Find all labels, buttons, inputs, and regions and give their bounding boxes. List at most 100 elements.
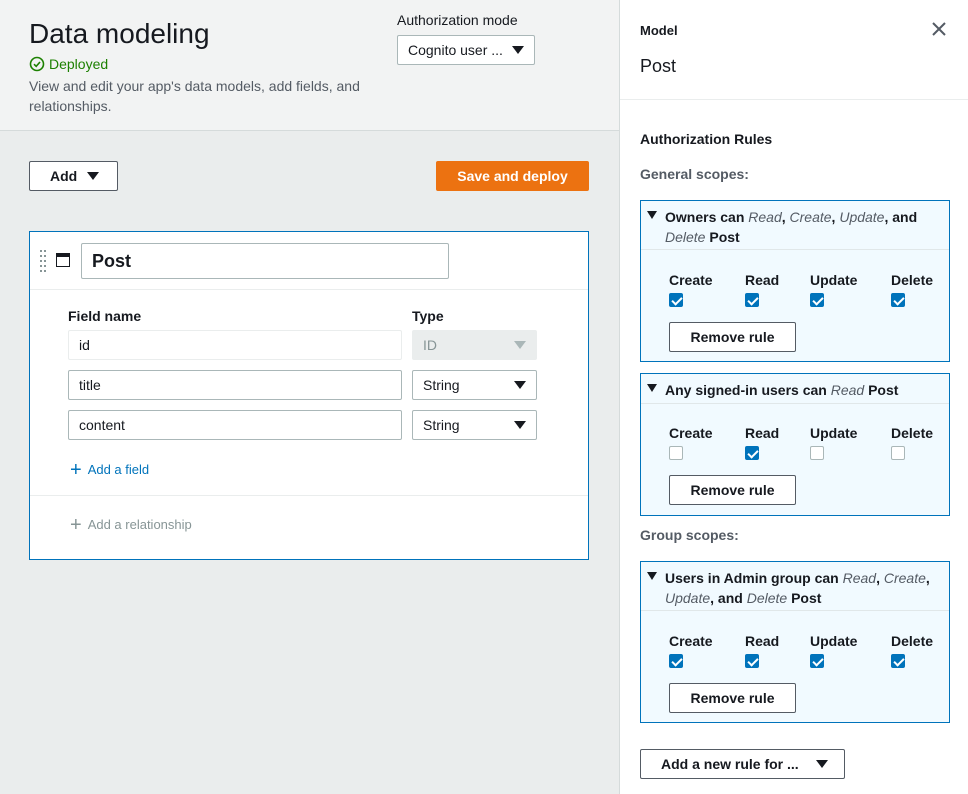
divider bbox=[30, 289, 588, 290]
auth-mode-select[interactable]: Cognito user ... bbox=[397, 35, 535, 65]
window-icon[interactable] bbox=[56, 253, 70, 267]
field-name-input[interactable]: id bbox=[68, 330, 402, 360]
status-text: Deployed bbox=[49, 56, 109, 72]
drag-handle-icon[interactable] bbox=[40, 250, 48, 272]
plus-icon: + bbox=[70, 458, 82, 481]
rule-perm: Delete bbox=[746, 590, 788, 606]
rule-text: Owners can bbox=[665, 209, 749, 225]
perm-update-label: Update bbox=[810, 425, 858, 441]
caret-down-icon bbox=[514, 421, 526, 429]
caret-down-icon bbox=[512, 46, 524, 54]
check-circle-icon bbox=[29, 56, 45, 72]
perm-delete-checkbox[interactable] bbox=[891, 446, 905, 460]
perm-create-checkbox[interactable] bbox=[669, 654, 683, 668]
add-button-label: Add bbox=[50, 168, 78, 184]
field-name-header: Field name bbox=[68, 308, 142, 324]
rule-perm: Create bbox=[789, 209, 832, 225]
model-name-input[interactable]: Post bbox=[81, 243, 449, 279]
remove-rule-button[interactable]: Remove rule bbox=[669, 322, 796, 352]
rule-text: Users in Admin group can bbox=[665, 570, 843, 586]
group-scopes-heading: Group scopes: bbox=[640, 527, 739, 543]
rule-text: Post bbox=[787, 590, 822, 606]
rule-owners: Owners can Read, Create, Update, and Dele… bbox=[640, 200, 950, 362]
remove-rule-button[interactable]: Remove rule bbox=[669, 475, 796, 505]
field-type-select[interactable]: String bbox=[412, 370, 537, 400]
perm-read-label: Read bbox=[745, 425, 780, 441]
perm-delete-checkbox[interactable] bbox=[891, 293, 905, 307]
perm-delete-checkbox[interactable] bbox=[891, 654, 905, 668]
add-new-rule-label: Add a new rule for ... bbox=[661, 756, 799, 772]
auth-mode-label: Authorization mode bbox=[397, 12, 518, 28]
perm-update-label: Update bbox=[810, 633, 858, 649]
perm-create-checkbox[interactable] bbox=[669, 446, 683, 460]
save-and-deploy-button[interactable]: Save and deploy bbox=[436, 161, 589, 191]
add-field-label: Add a field bbox=[87, 462, 150, 477]
field-type-value: String bbox=[423, 377, 460, 393]
rule-signed-in: Any signed-in users can Read Post Create… bbox=[640, 373, 950, 516]
close-icon[interactable] bbox=[931, 21, 947, 37]
rule-perm: Read bbox=[748, 209, 782, 225]
add-button[interactable]: Add bbox=[29, 161, 118, 191]
rule-header[interactable]: Any signed-in users can Read Post bbox=[641, 374, 949, 400]
rule-perm: Read bbox=[830, 382, 865, 398]
remove-rule-button[interactable]: Remove rule bbox=[669, 683, 796, 713]
add-field-link[interactable]: + Add a field bbox=[70, 458, 150, 481]
add-relationship-label: Add a relationship bbox=[87, 517, 192, 532]
rule-sep: , and bbox=[884, 209, 918, 225]
rule-perm: Create bbox=[883, 570, 926, 586]
rule-sep: , and bbox=[710, 590, 747, 606]
rule-admin-group: Users in Admin group can Read, Create, Up… bbox=[640, 561, 950, 723]
add-relationship-link[interactable]: + Add a relationship bbox=[70, 513, 192, 536]
divider bbox=[30, 495, 588, 496]
authorization-rules-heading: Authorization Rules bbox=[640, 131, 773, 147]
perm-update-checkbox[interactable] bbox=[810, 446, 824, 460]
caret-down-icon bbox=[514, 341, 526, 349]
main-area: Data modeling Deployed View and edit you… bbox=[0, 0, 619, 794]
perm-read-label: Read bbox=[745, 633, 780, 649]
rule-perm: Update bbox=[839, 209, 885, 225]
perm-read-checkbox[interactable] bbox=[745, 446, 759, 460]
rule-text: Post bbox=[864, 382, 899, 398]
perm-create-label: Create bbox=[669, 425, 713, 441]
perm-update-checkbox[interactable] bbox=[810, 654, 824, 668]
rule-header[interactable]: Owners can Read, Create, Update, and Dele… bbox=[641, 201, 949, 247]
field-name-input[interactable]: content bbox=[68, 410, 402, 440]
panel-label: Model bbox=[640, 23, 678, 38]
page-description: View and edit your app's data models, ad… bbox=[29, 78, 360, 114]
field-name-input[interactable]: title bbox=[68, 370, 402, 400]
perm-read-checkbox[interactable] bbox=[745, 654, 759, 668]
perm-create-label: Create bbox=[669, 633, 713, 649]
perm-create-checkbox[interactable] bbox=[669, 293, 683, 307]
rule-text: Any signed-in users can bbox=[665, 382, 831, 398]
caret-down-icon bbox=[87, 172, 99, 180]
add-new-rule-button[interactable]: Add a new rule for ... bbox=[640, 749, 845, 779]
page-title: Data modeling bbox=[29, 18, 210, 49]
perm-delete-label: Delete bbox=[891, 272, 934, 288]
model-side-panel: Model Post Authorization Rules General s… bbox=[619, 0, 968, 794]
rule-text: Post bbox=[705, 229, 740, 245]
plus-icon: + bbox=[70, 513, 82, 536]
field-type-select[interactable]: String bbox=[412, 410, 537, 440]
rule-perm: Delete bbox=[665, 229, 706, 245]
panel-title: Post bbox=[640, 56, 677, 76]
rule-sep: , bbox=[781, 209, 790, 225]
perm-update-checkbox[interactable] bbox=[810, 293, 824, 307]
field-type-value: String bbox=[423, 417, 460, 433]
general-scopes-heading: General scopes: bbox=[640, 166, 749, 182]
rule-perm: Update bbox=[665, 590, 711, 606]
type-header: Type bbox=[412, 308, 444, 324]
rule-sep: , bbox=[876, 570, 884, 586]
rule-header[interactable]: Users in Admin group can Read, Create, Up… bbox=[641, 562, 949, 608]
perm-delete-label: Delete bbox=[891, 633, 934, 649]
caret-down-icon bbox=[816, 760, 828, 768]
perm-read-checkbox[interactable] bbox=[745, 293, 759, 307]
divider bbox=[641, 610, 949, 611]
rule-perm: Read bbox=[842, 570, 877, 586]
page-header: Data modeling Deployed View and edit you… bbox=[0, 0, 619, 131]
perm-create-label: Create bbox=[669, 272, 713, 288]
rule-sep: , bbox=[925, 570, 930, 586]
perm-read-label: Read bbox=[745, 272, 780, 288]
divider bbox=[641, 403, 949, 404]
perm-delete-label: Delete bbox=[891, 425, 934, 441]
model-card: Post Field name Type id ID title String … bbox=[29, 231, 589, 560]
